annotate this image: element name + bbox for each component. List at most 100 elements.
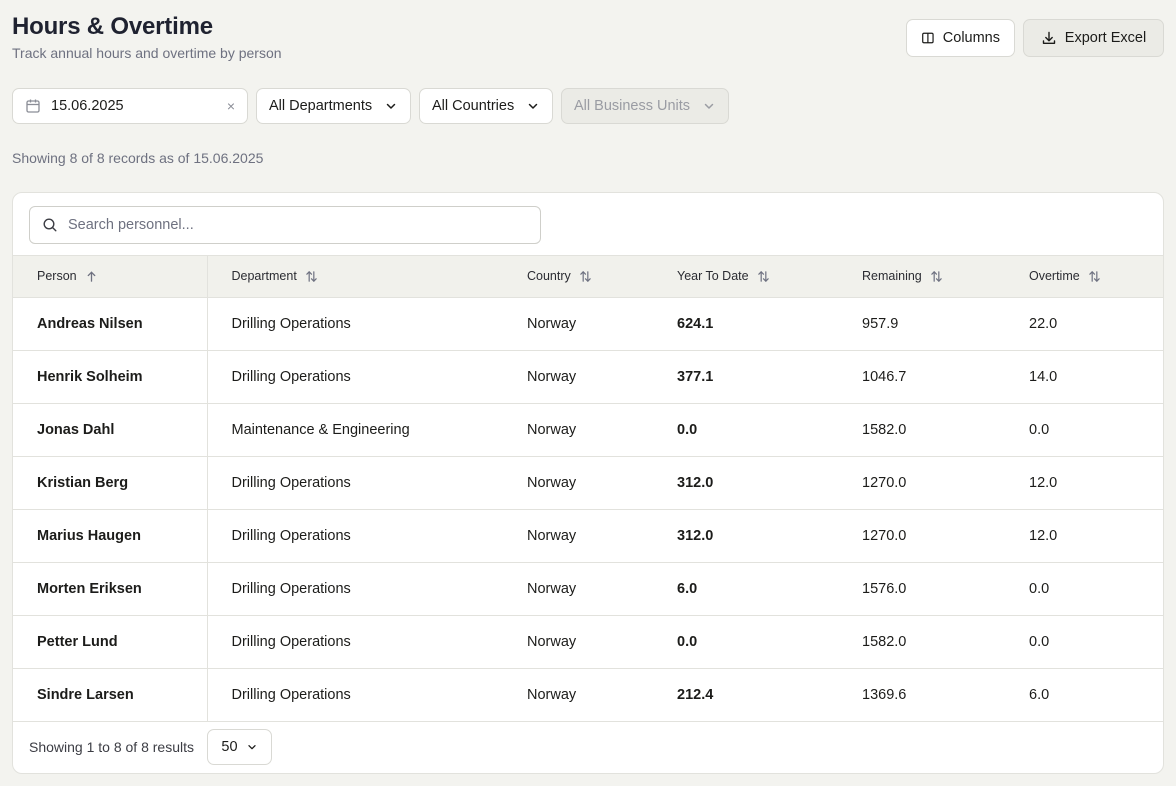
cell-country: Norway bbox=[503, 615, 653, 669]
business-unit-select-value: All Business Units bbox=[574, 98, 691, 114]
cell-person: Petter Lund bbox=[13, 615, 208, 669]
table-row[interactable]: Henrik Solheim Drilling Operations Norwa… bbox=[13, 350, 1163, 404]
filter-bar: 15.06.2025 × All Departments All Countri… bbox=[12, 88, 729, 124]
search-bar bbox=[13, 193, 1163, 256]
cell-country: Norway bbox=[503, 668, 653, 722]
columns-button-label: Columns bbox=[942, 30, 1000, 46]
cell-year-to-date: 212.4 bbox=[653, 668, 838, 722]
page-header: Hours & Overtime Track annual hours and … bbox=[12, 12, 282, 61]
calendar-icon bbox=[26, 99, 40, 113]
business-unit-select: All Business Units bbox=[561, 88, 729, 124]
cell-overtime: 12.0 bbox=[1005, 456, 1163, 510]
table-footer: Showing 1 to 8 of 8 results 50 bbox=[13, 720, 1163, 773]
table-row[interactable]: Sindre Larsen Drilling Operations Norway… bbox=[13, 668, 1163, 722]
column-header-year-to-date[interactable]: Year To Date bbox=[653, 256, 838, 298]
column-header-overtime[interactable]: Overtime bbox=[1005, 256, 1163, 298]
sort-icon bbox=[306, 271, 317, 282]
country-select[interactable]: All Countries bbox=[419, 88, 553, 124]
personnel-table: Person Department Country Year To Date R… bbox=[13, 256, 1163, 722]
cell-department: Drilling Operations bbox=[207, 668, 503, 722]
cell-remaining: 1270.0 bbox=[838, 509, 1005, 563]
page-size-select[interactable]: 50 bbox=[207, 728, 272, 765]
records-summary: Showing 8 of 8 records as of 15.06.2025 bbox=[12, 150, 264, 166]
clear-date-icon[interactable]: × bbox=[227, 98, 235, 114]
column-header-label: Overtime bbox=[1029, 269, 1080, 284]
table-row[interactable]: Jonas Dahl Maintenance & Engineering Nor… bbox=[13, 403, 1163, 457]
cell-person: Marius Haugen bbox=[13, 509, 208, 563]
columns-icon bbox=[922, 32, 934, 44]
cell-year-to-date: 6.0 bbox=[653, 562, 838, 616]
top-actions: Columns Export Excel bbox=[906, 19, 1164, 57]
country-select-value: All Countries bbox=[432, 98, 515, 114]
cell-country: Norway bbox=[503, 456, 653, 510]
sort-icon bbox=[757, 271, 769, 282]
chevron-down-icon bbox=[386, 103, 396, 109]
cell-remaining: 1582.0 bbox=[838, 615, 1005, 669]
department-select-value: All Departments bbox=[269, 98, 373, 114]
column-header-label: Country bbox=[527, 269, 571, 284]
cell-remaining: 1576.0 bbox=[838, 562, 1005, 616]
columns-button[interactable]: Columns bbox=[906, 19, 1015, 57]
column-header-department[interactable]: Department bbox=[207, 256, 503, 298]
chevron-down-icon bbox=[704, 103, 714, 109]
sort-icon bbox=[931, 271, 942, 282]
sort-icon bbox=[1088, 271, 1100, 282]
sort-icon bbox=[580, 271, 591, 282]
cell-country: Norway bbox=[503, 509, 653, 563]
table-row[interactable]: Petter Lund Drilling Operations Norway 0… bbox=[13, 615, 1163, 669]
table-row[interactable]: Andreas Nilsen Drilling Operations Norwa… bbox=[13, 297, 1163, 351]
column-header-person[interactable]: Person bbox=[13, 256, 208, 298]
cell-year-to-date: 312.0 bbox=[653, 456, 838, 510]
cell-person: Henrik Solheim bbox=[13, 350, 208, 404]
personnel-table-card: Person Department Country bbox=[12, 192, 1164, 774]
cell-year-to-date: 0.0 bbox=[653, 615, 838, 669]
cell-remaining: 1369.6 bbox=[838, 668, 1005, 722]
page-size-value: 50 bbox=[221, 738, 238, 755]
cell-person: Jonas Dahl bbox=[13, 403, 208, 457]
table-row[interactable]: Morten Eriksen Drilling Operations Norwa… bbox=[13, 562, 1163, 616]
cell-person: Morten Eriksen bbox=[13, 562, 208, 616]
cell-person: Andreas Nilsen bbox=[13, 297, 208, 351]
cell-overtime: 0.0 bbox=[1005, 403, 1163, 457]
column-header-label: Remaining bbox=[862, 269, 922, 284]
cell-department: Maintenance & Engineering bbox=[207, 403, 503, 457]
export-excel-button[interactable]: Export Excel bbox=[1023, 19, 1164, 57]
cell-overtime: 22.0 bbox=[1005, 297, 1163, 351]
cell-person: Sindre Larsen bbox=[13, 668, 208, 722]
date-value: 15.06.2025 bbox=[51, 98, 124, 114]
cell-remaining: 957.9 bbox=[838, 297, 1005, 351]
cell-overtime: 14.0 bbox=[1005, 350, 1163, 404]
cell-department: Drilling Operations bbox=[207, 509, 503, 563]
table-header-row: Person Department Country Year To Date R… bbox=[13, 256, 1163, 298]
search-input[interactable] bbox=[68, 217, 528, 233]
pagination-summary: Showing 1 to 8 of 8 results bbox=[29, 738, 194, 755]
cell-department: Drilling Operations bbox=[207, 297, 503, 351]
cell-country: Norway bbox=[503, 297, 653, 351]
search-icon bbox=[43, 218, 57, 232]
cell-year-to-date: 0.0 bbox=[653, 403, 838, 457]
column-header-country[interactable]: Country bbox=[503, 256, 653, 298]
table-row[interactable]: Marius Haugen Drilling Operations Norway… bbox=[13, 509, 1163, 563]
export-button-label: Export Excel bbox=[1064, 30, 1147, 46]
cell-remaining: 1046.7 bbox=[838, 350, 1005, 404]
cell-remaining: 1270.0 bbox=[838, 456, 1005, 510]
cell-year-to-date: 624.1 bbox=[653, 297, 838, 351]
cell-department: Drilling Operations bbox=[207, 562, 503, 616]
cell-country: Norway bbox=[503, 403, 653, 457]
cell-country: Norway bbox=[503, 350, 653, 404]
cell-country: Norway bbox=[503, 562, 653, 616]
table-row[interactable]: Kristian Berg Drilling Operations Norway… bbox=[13, 456, 1163, 510]
cell-department: Drilling Operations bbox=[207, 350, 503, 404]
cell-person: Kristian Berg bbox=[13, 456, 208, 510]
page-subtitle: Track annual hours and overtime by perso… bbox=[12, 45, 282, 61]
column-header-remaining[interactable]: Remaining bbox=[838, 256, 1005, 298]
date-filter[interactable]: 15.06.2025 × bbox=[12, 88, 248, 124]
cell-department: Drilling Operations bbox=[207, 615, 503, 669]
sort-ascending-icon bbox=[87, 271, 96, 282]
column-header-label: Department bbox=[231, 269, 297, 284]
page-title: Hours & Overtime bbox=[12, 13, 213, 40]
department-select[interactable]: All Departments bbox=[256, 88, 411, 124]
search-box[interactable] bbox=[29, 206, 541, 244]
cell-overtime: 0.0 bbox=[1005, 562, 1163, 616]
cell-overtime: 6.0 bbox=[1005, 668, 1163, 722]
